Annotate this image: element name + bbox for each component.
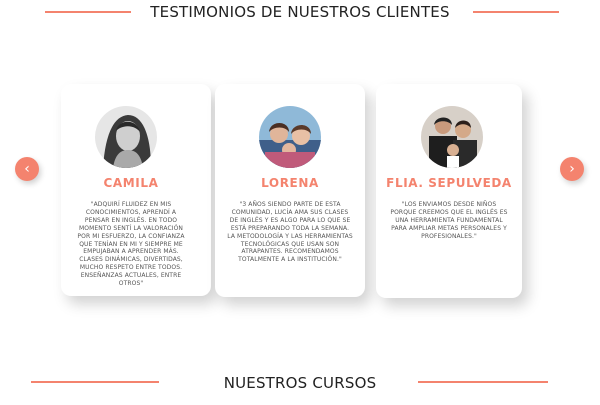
courses-heading-line-right [418, 381, 548, 383]
courses-title: NUESTROS CURSOS [223, 374, 377, 392]
card-quote-camila: "Adquirí fluidez en mis conocimientos, a… [77, 201, 185, 288]
testimonial-card-lorena: LORENA "3 años siendo parte de esta comu… [215, 84, 365, 297]
photo-camila [95, 106, 157, 168]
testimonial-card-sepulveda: FLIA. SEPULVEDA "Los enviamos desde niño… [376, 84, 522, 298]
avatar-camila [95, 106, 157, 168]
card-quote-lorena: "3 años siendo parte de esta comunidad, … [227, 201, 353, 264]
carousel-next-button[interactable]: › [560, 157, 584, 181]
card-name-camila: CAMILA [103, 176, 159, 190]
carousel-prev-button[interactable]: ‹ [15, 157, 39, 181]
heading-line-right [473, 11, 559, 13]
chevron-right-icon: › [569, 161, 575, 177]
card-name-lorena: LORENA [261, 176, 319, 190]
photo-sepulveda [421, 106, 483, 168]
avatar-sepulveda [421, 106, 483, 168]
card-name-sepulveda: FLIA. SEPULVEDA [386, 176, 512, 190]
photo-lorena [259, 106, 321, 168]
card-quote-sepulveda: "Los enviamos desde niños porque creemos… [390, 201, 508, 240]
chevron-left-icon: ‹ [24, 161, 30, 177]
avatar-lorena [259, 106, 321, 168]
page: TESTIMONIOS DE NUESTROS CLIENTES ‹ CAMIL… [0, 0, 600, 405]
testimonial-card-camila: CAMILA "Adquirí fluidez en mis conocimie… [61, 84, 211, 296]
